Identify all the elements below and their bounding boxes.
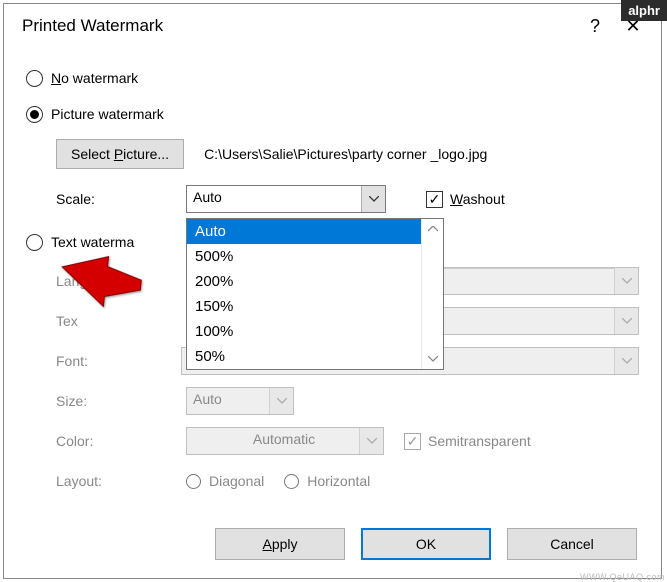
size-label: Size:	[56, 393, 186, 409]
color-combo: Automatic	[186, 427, 384, 455]
chevron-down-icon	[614, 348, 638, 374]
scroll-down-icon	[422, 349, 443, 369]
size-combo: Auto	[186, 387, 294, 415]
horizontal-radio	[284, 474, 299, 489]
help-button[interactable]: ?	[577, 16, 613, 37]
semitransparent-label: Semitransparent	[428, 433, 531, 449]
chevron-down-icon	[269, 388, 293, 414]
semitransparent-checkbox	[404, 433, 421, 450]
annotation-arrow	[56, 246, 146, 319]
chevron-down-icon	[614, 308, 638, 334]
ok-button[interactable]: OK	[361, 528, 491, 560]
dropdown-item[interactable]: Auto	[187, 219, 422, 244]
dropdown-item[interactable]: 50%	[187, 344, 422, 369]
text-combo	[436, 307, 639, 335]
washout-label: Washout	[450, 191, 505, 207]
scale-dropdown-button[interactable]	[361, 186, 385, 212]
chevron-down-icon	[359, 428, 383, 454]
dropdown-scrollbar[interactable]	[421, 219, 443, 369]
scroll-up-icon	[422, 219, 443, 239]
diagonal-radio	[186, 474, 201, 489]
layout-label: Layout:	[56, 473, 186, 489]
chevron-down-icon	[369, 196, 379, 202]
titlebar: Printed Watermark ? ✕	[4, 4, 661, 48]
button-row: Apply OK Cancel	[4, 528, 661, 560]
scale-combo[interactable]: Auto	[186, 185, 386, 213]
dropdown-item[interactable]: 100%	[187, 319, 422, 344]
color-label: Color:	[56, 433, 186, 449]
no-watermark-label: No watermark	[51, 70, 138, 86]
washout-checkbox[interactable]	[426, 191, 443, 208]
dropdown-item[interactable]: 150%	[187, 294, 422, 319]
dropdown-item[interactable]: 500%	[187, 244, 422, 269]
scale-dropdown-list: Auto 500% 200% 150% 100% 50%	[186, 218, 444, 370]
scale-value: Auto	[187, 186, 361, 212]
apply-button[interactable]: Apply	[215, 528, 345, 560]
font-label: Font:	[56, 353, 181, 369]
picture-watermark-label: Picture watermark	[51, 106, 164, 122]
picture-watermark-radio[interactable]	[26, 106, 43, 123]
select-picture-button[interactable]: Select Picture...	[56, 139, 184, 169]
brand-badge: alphr	[621, 0, 667, 21]
no-watermark-radio[interactable]	[26, 70, 43, 87]
cancel-button[interactable]: Cancel	[507, 528, 637, 560]
horizontal-label: Horizontal	[307, 473, 370, 489]
dialog-title: Printed Watermark	[22, 16, 577, 36]
text-watermark-radio[interactable]	[26, 234, 43, 251]
chevron-down-icon	[614, 268, 638, 294]
language-combo	[436, 267, 639, 295]
source-badge: WWW.QeUAQ.com	[580, 572, 665, 582]
scale-label: Scale:	[56, 191, 186, 207]
picture-path: C:\Users\Salie\Pictures\party corner _lo…	[204, 146, 487, 162]
diagonal-label: Diagonal	[209, 473, 264, 489]
dropdown-item[interactable]: 200%	[187, 269, 422, 294]
